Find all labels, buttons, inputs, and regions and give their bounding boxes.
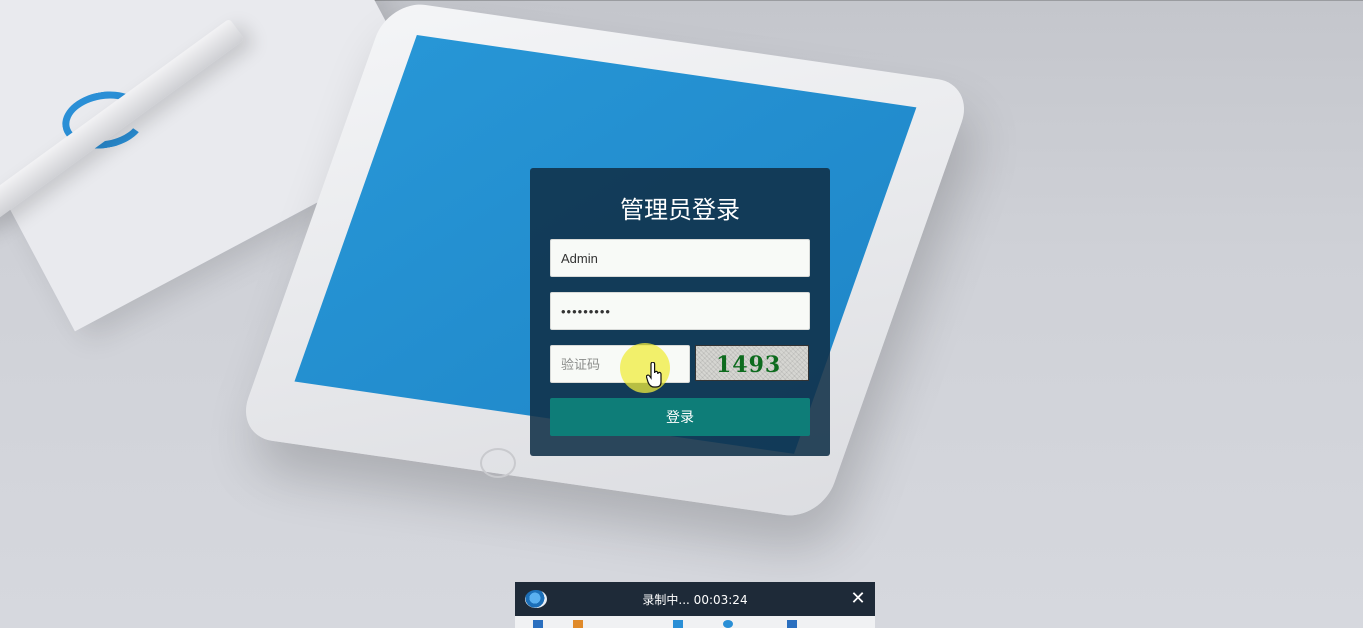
tool-icon[interactable] (573, 620, 583, 628)
hand-cursor-icon (646, 362, 662, 388)
recording-status: 录制中... 00:03:24 (642, 593, 748, 607)
close-icon[interactable]: ✕ (849, 589, 867, 607)
tool-icon[interactable] (533, 620, 543, 628)
page-title: 管理员登录 (620, 196, 740, 224)
tool-icon[interactable] (787, 620, 797, 628)
password-input[interactable] (550, 292, 810, 330)
login-button[interactable]: 登录 (550, 398, 810, 436)
login-panel: 管理员登录 1493 登录 (530, 168, 830, 456)
captcha-code: 1493 (716, 352, 782, 378)
tool-icon[interactable] (723, 620, 733, 628)
recorder-tool-strip (515, 616, 875, 628)
captcha-image[interactable]: 1493 (695, 345, 809, 381)
recording-toolbar: 录制中... 00:03:24 ✕ (515, 582, 875, 628)
tool-icon[interactable] (673, 620, 683, 628)
username-input[interactable] (550, 239, 810, 277)
tablet-home-button (480, 448, 516, 478)
